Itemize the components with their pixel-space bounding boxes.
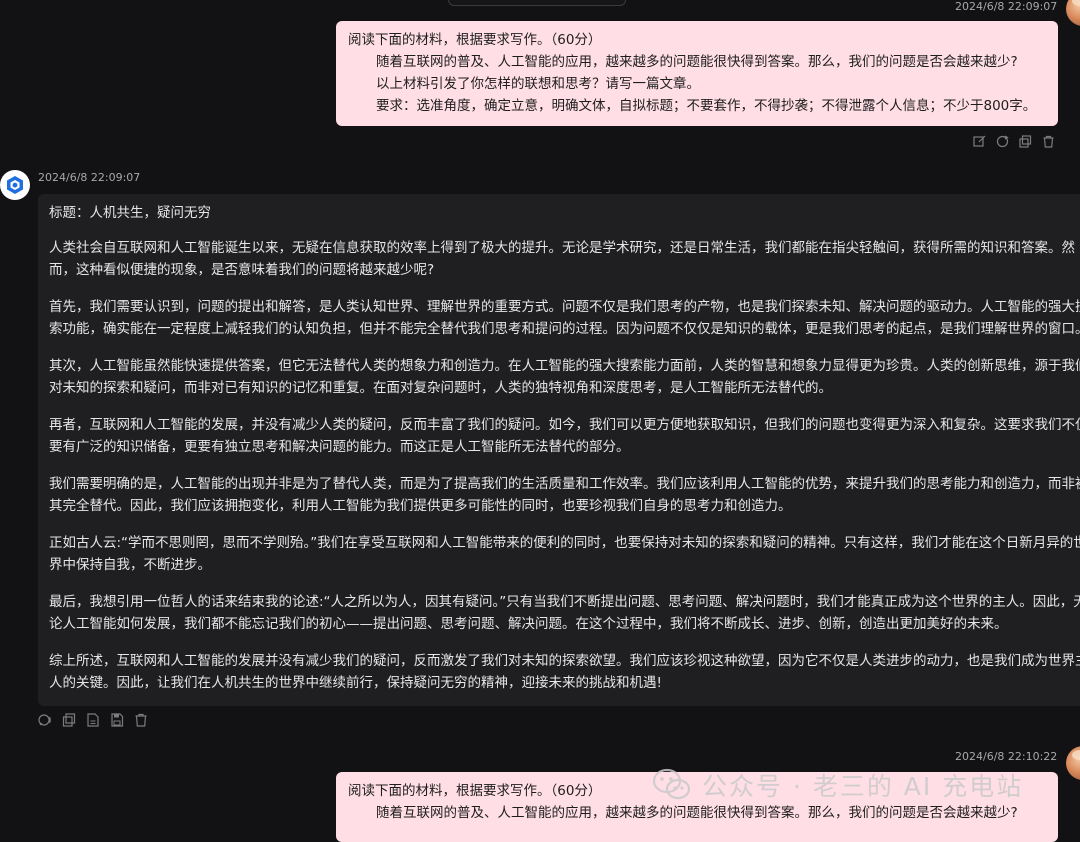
essay-paragraph: 综上所述，互联网和人工智能的发展并没有减少我们的疑问，反而激发了我们对未知的探索… [49,653,1080,691]
message-timestamp: 2024/6/8 22:09:07 [38,171,141,184]
assistant-avatar [0,170,30,200]
message-timestamp: 2024/6/8 22:09:07 [955,0,1058,13]
wechat-logo-icon [652,768,691,800]
delete-icon[interactable] [1041,134,1056,149]
refresh-icon[interactable] [995,134,1010,149]
copy-icon[interactable] [1018,134,1033,149]
user-message-line: 随着互联网的普及、人工智能的应用，越来越多的问题能很快得到答案。那么，我们的问题… [376,54,1018,70]
speak-icon[interactable] [38,713,52,727]
essay-title: 标题：人机共生，疑问无穷 [49,205,211,221]
user-message-line: 阅读下面的材料，根据要求写作。（60分） [348,32,602,48]
export-icon[interactable] [86,713,100,727]
message-timestamp: 2024/6/8 22:10:22 [955,750,1058,763]
user-avatar [1066,0,1080,26]
essay-paragraph: 再者，互联网和人工智能的发展，并没有减少人类的疑问，反而丰富了我们的疑问。如今，… [49,417,1080,455]
user-message-toolbar [972,134,1056,149]
top-toolbar-pill[interactable] [448,0,626,6]
essay-paragraph: 人类社会自互联网和人工智能诞生以来，无疑在信息获取的效率上得到了极大的提升。无论… [49,240,1075,278]
essay-paragraph: 我们需要明确的是，人工智能的出现并非是为了替代人类，而是为了提高我们的生活质量和… [49,476,1080,514]
essay-paragraph: 正如古人云:“学而不思则罔，思而不学则殆。”我们在享受互联网和人工智能带来的便利… [49,535,1080,573]
assistant-message-toolbar [38,713,148,727]
watermark-text: 公众号 · 老三的 AI 充电站 [702,772,1024,801]
copy-icon[interactable] [62,713,76,727]
save-icon[interactable] [110,713,124,727]
user-message-line: 以上材料引发了你怎样的联想和思考？请写一篇文章。 [376,76,700,92]
user-message-bubble: 阅读下面的材料，根据要求写作。（60分） 随着互联网的普及、人工智能的应用，越来… [336,21,1058,126]
assistant-logo-icon [7,176,23,194]
essay-paragraph: 首先，我们需要认识到，问题的提出和解答，是人类认知世界、理解世界的重要方式。问题… [49,299,1080,337]
user-avatar [1066,746,1080,780]
delete-icon[interactable] [134,713,148,727]
user-message-line: 随着互联网的普及、人工智能的应用，越来越多的问题能很快得到答案。那么，我们的问题… [376,805,1018,821]
essay-paragraph: 其次，人工智能虽然能快速提供答案，但它无法替代人类的想象力和创造力。在人工智能的… [49,358,1080,396]
essay-paragraph: 最后，我想引用一位哲人的话来结束我的论述:“人之所以为人，因其有疑问。”只有当我… [49,594,1080,632]
user-message-line: 要求：选准角度，确定立意，明确文体，自拟标题；不要套作，不得抄袭；不得泄露个人信… [376,98,1037,114]
edit-icon[interactable] [972,134,987,149]
assistant-message-bubble: 标题：人机共生，疑问无穷 人类社会自互联网和人工智能诞生以来，无疑在信息获取的效… [38,194,1080,706]
wechat-watermark: 公众号 · 老三的 AI 充电站 [652,767,1023,803]
